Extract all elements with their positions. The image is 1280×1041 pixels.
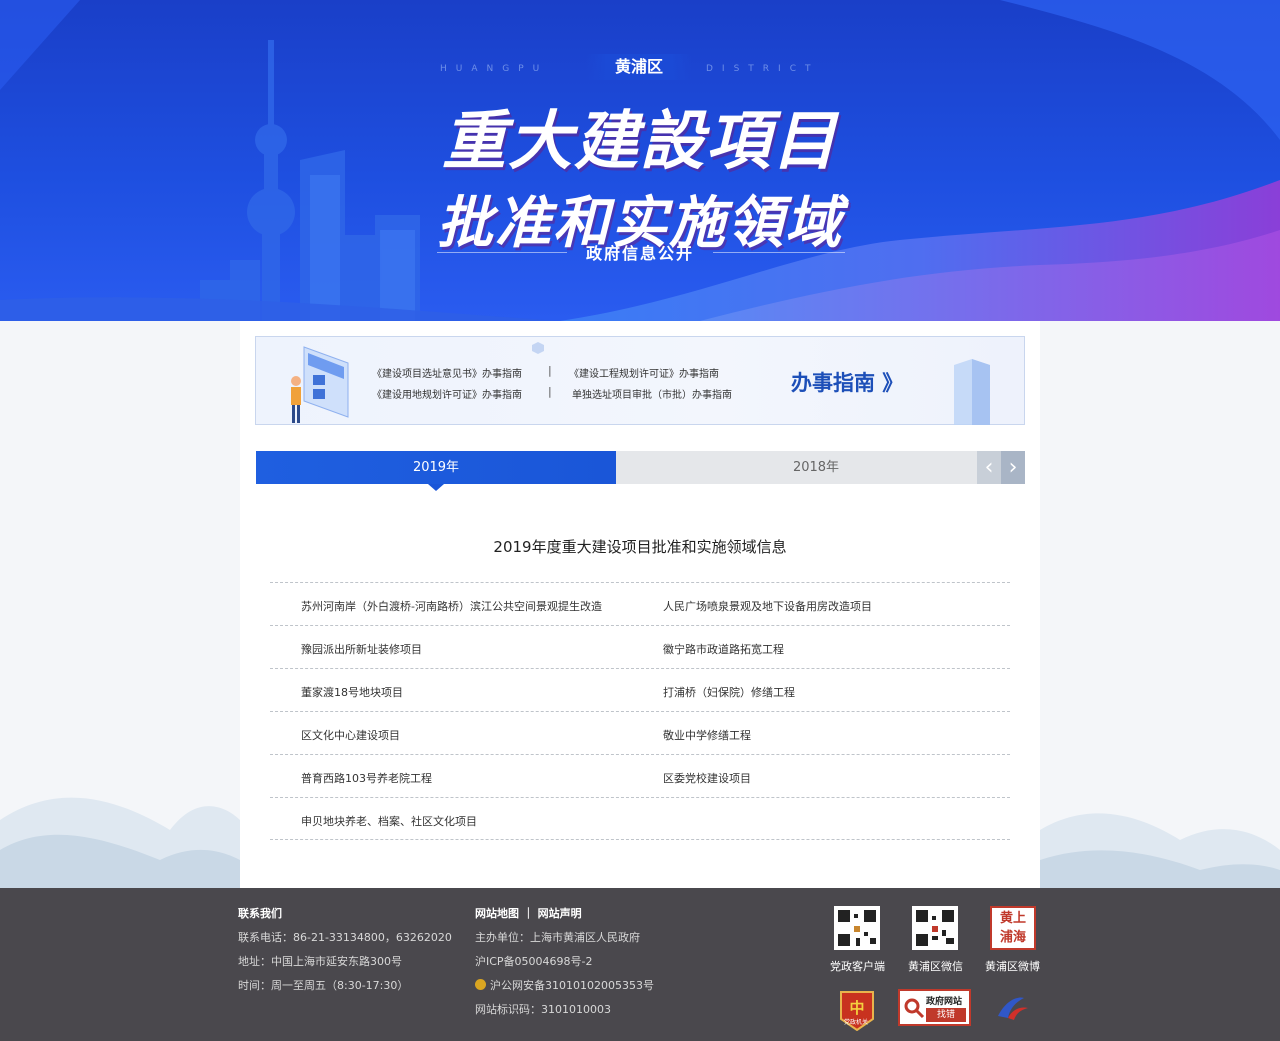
party-government-badge[interactable]: 中 党政机关: [838, 989, 876, 1032]
table-row: 董家渡18号地块项目 打浦桥（妇保院）修缮工程: [270, 668, 1010, 711]
project-link[interactable]: 苏州河南岸（外白渡桥-河南路桥）滨江公共空间景观提生改造: [301, 583, 602, 631]
accessibility-logo[interactable]: [994, 992, 1030, 1022]
footer-phone: 联系电话：86-21-33134800，63262020: [238, 931, 452, 944]
project-list: 苏州河南岸（外白渡桥-河南路桥）滨江公共空间景观提生改造 人民广场喷泉景观及地下…: [270, 582, 1010, 840]
footer-address: 地址：中国上海市延安东路300号: [238, 955, 402, 968]
svg-text:中: 中: [849, 999, 864, 1017]
table-row: 普育西路103号养老院工程 区委党校建设项目: [270, 754, 1010, 797]
banner-en-left: HUANGPU: [440, 64, 549, 74]
qr-code-client[interactable]: [834, 906, 880, 950]
guide-separator: |: [548, 364, 552, 377]
tabs-prev-button[interactable]: ‹: [977, 451, 1001, 484]
project-link[interactable]: 人民广场喷泉景观及地下设备用房改造项目: [663, 583, 872, 631]
guide-illustration: [291, 346, 349, 423]
service-guide-banner: 《建设项目选址意见书》办事指南 | 《建设工程规划许可证》办事指南 《建设用地规…: [255, 336, 1025, 425]
footer-site-id: 网站标识码：3101010003: [475, 1003, 611, 1016]
project-link[interactable]: 申贝地块养老、档案、社区文化项目: [301, 798, 477, 846]
guide-separator: |: [548, 385, 552, 398]
project-link[interactable]: 豫园派出所新址装修项目: [301, 626, 422, 674]
project-link[interactable]: 区委党校建设项目: [663, 755, 751, 803]
qr-label-weibo: 黄浦区微博: [985, 960, 1040, 973]
weibo-logo[interactable]: 黄上浦海: [990, 906, 1036, 950]
hero-banner: HUANGPU DISTRICT 黄浦区 重大建設項目 批准和实施領域 政府信息…: [0, 0, 1280, 321]
guide-link-land-permit[interactable]: 《建设用地规划许可证》办事指南: [372, 386, 522, 401]
qr-code-icon: [838, 910, 876, 946]
table-row: 区文化中心建设项目 敬业中学修缮工程: [270, 711, 1010, 754]
party-badge-label: 党政机关: [844, 1019, 869, 1026]
main-content: 《建设项目选址意见书》办事指南 | 《建设工程规划许可证》办事指南 《建设用地规…: [240, 321, 1040, 888]
footer-contact: 联系我们 联系电话：86-21-33134800，63262020 地址：中国上…: [238, 907, 452, 1003]
table-row: 苏州河南岸（外白渡桥-河南路桥）滨江公共空间景观提生改造 人民广场喷泉景观及地下…: [270, 582, 1010, 625]
year-tabs: 2019年 2018年 ‹ ›: [256, 451, 1025, 491]
find-error-bottom: 找错: [926, 1008, 966, 1022]
project-link[interactable]: 敬业中学修缮工程: [663, 712, 751, 760]
find-error-top: 政府网站: [926, 997, 963, 1007]
project-link[interactable]: 普育西路103号养老院工程: [301, 755, 432, 803]
footer-contact-heading: 联系我们: [238, 907, 282, 920]
footer-police-record[interactable]: 沪公网安备31010102005353号: [475, 979, 654, 1003]
footer-sponsor: 主办单位：上海市黄浦区人民政府: [475, 931, 640, 944]
tab-2018[interactable]: 2018年: [616, 451, 1016, 484]
magnifier-icon: [904, 998, 925, 1019]
table-row: 豫园派出所新址装修项目 徽宁路市政道路拓宽工程: [270, 625, 1010, 668]
banner-en-right: DISTRICT: [706, 64, 820, 74]
qr-label-client: 党政客户端: [830, 960, 885, 973]
tabs-next-button[interactable]: ›: [1001, 451, 1025, 484]
police-badge-icon: [475, 979, 486, 990]
guide-link-site-selection[interactable]: 《建设项目选址意见书》办事指南: [372, 365, 522, 380]
project-link[interactable]: 打浦桥（妇保院）修缮工程: [663, 669, 795, 717]
project-link[interactable]: 董家渡18号地块项目: [301, 669, 403, 717]
footer-icp[interactable]: 沪ICP备05004698号-2: [475, 955, 654, 979]
weibo-logo-text: 黄上浦海: [990, 906, 1036, 950]
footer-links[interactable]: 网站地图 ｜ 网站声明: [475, 907, 654, 931]
table-row: 申贝地块养老、档案、社区文化项目: [270, 797, 1010, 840]
footer-hours: 时间：周一至周五（8:30-17:30）: [238, 979, 409, 992]
qr-code-icon: [916, 910, 954, 946]
swoosh-logo-icon: [998, 997, 1028, 1020]
guide-link-standalone-approval[interactable]: 单独选址项目审批（市批）办事指南: [572, 386, 732, 401]
guide-link-engineering-permit[interactable]: 《建设工程规划许可证》办事指南: [569, 365, 719, 380]
footer-info: 网站地图 ｜ 网站声明 主办单位：上海市黄浦区人民政府 沪ICP备0500469…: [475, 907, 654, 1027]
footer-police-text: 沪公网安备31010102005353号: [490, 979, 654, 992]
tab-2019[interactable]: 2019年: [256, 451, 616, 491]
decor-cube-icon: [532, 342, 544, 354]
building-decor-icon: [954, 359, 990, 425]
district-label: 黄浦区: [586, 54, 692, 80]
project-link[interactable]: 区文化中心建设项目: [301, 712, 400, 760]
project-link[interactable]: 徽宁路市政道路拓宽工程: [663, 626, 784, 674]
site-footer: 联系我们 联系电话：86-21-33134800，63262020 地址：中国上…: [0, 888, 1280, 1041]
qr-label-wechat: 黄浦区微信: [908, 960, 963, 973]
banner-subtitle: 政府信息公开: [585, 244, 694, 263]
guide-more-button[interactable]: 办事指南 》: [791, 367, 903, 397]
banner-title-line1: 重大建設項目: [442, 104, 838, 179]
qr-code-wechat[interactable]: [912, 906, 958, 950]
find-error-badge[interactable]: 政府网站 找错: [898, 989, 971, 1026]
section-title: 2019年度重大建设项目批准和实施领域信息: [493, 538, 787, 556]
